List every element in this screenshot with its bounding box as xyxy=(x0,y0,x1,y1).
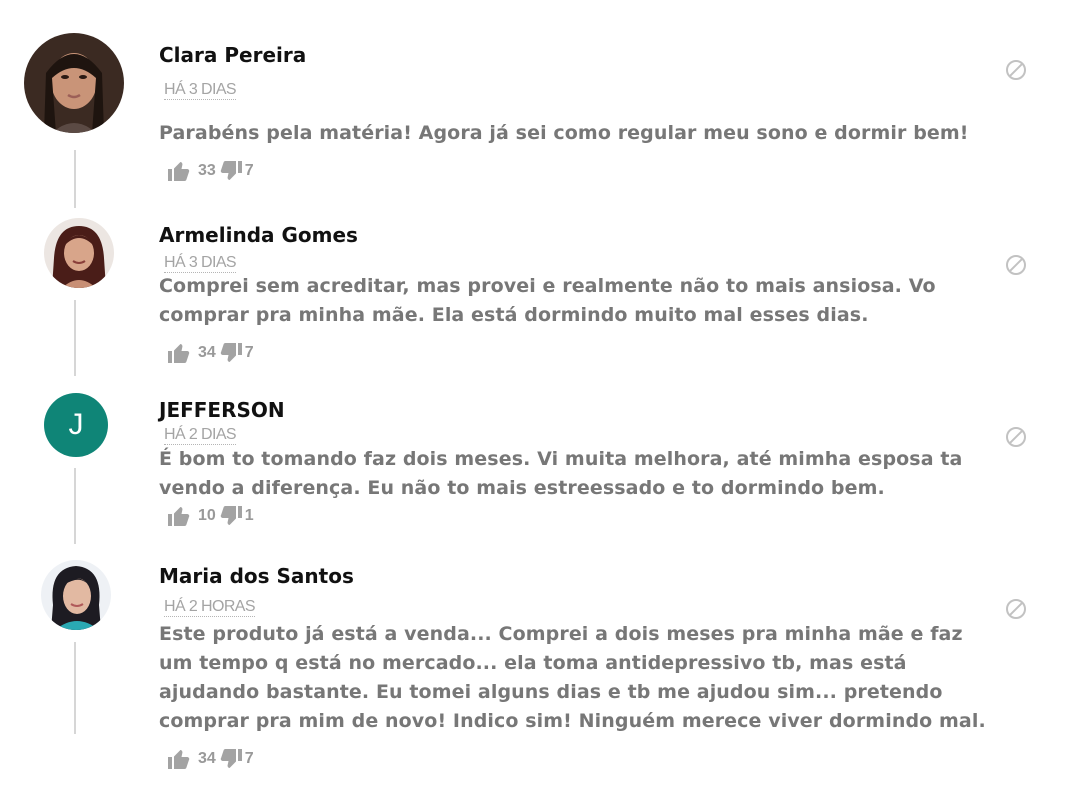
dislike-count: 1 xyxy=(244,507,254,524)
comment-time[interactable]: HÁ 3 DIAS xyxy=(164,254,237,273)
comment-author[interactable]: Maria dos Santos xyxy=(159,564,354,588)
dislike-count: 7 xyxy=(244,344,254,361)
comment-time[interactable]: HÁ 2 DIAS xyxy=(164,426,237,445)
vote-bar: 33 7 xyxy=(167,158,254,184)
prohibited-icon[interactable] xyxy=(1004,253,1028,277)
thread-line xyxy=(74,468,76,544)
thumbs-up-icon[interactable] xyxy=(167,504,191,528)
thumbs-down-icon[interactable] xyxy=(219,503,243,529)
comment-text: É bom to tomando faz dois meses. Vi muit… xyxy=(159,448,963,499)
thumbs-up-icon[interactable] xyxy=(167,747,191,771)
prohibited-icon[interactable] xyxy=(1004,597,1028,621)
comment-time[interactable]: HÁ 3 DIAS xyxy=(164,81,237,100)
avatar[interactable] xyxy=(44,218,114,288)
vote-bar: 34 7 xyxy=(167,340,254,366)
like-count: 10 xyxy=(198,507,216,524)
dislike-count: 7 xyxy=(244,750,254,767)
comment-text: Parabéns pela matéria! Agora já sei como… xyxy=(159,122,969,144)
comment-text: Este produto já está a venda... Comprei … xyxy=(159,623,986,732)
comment-author[interactable]: Clara Pereira xyxy=(159,43,306,67)
avatar[interactable] xyxy=(24,33,124,133)
comment-time[interactable]: HÁ 2 HORAS xyxy=(164,598,256,617)
prohibited-icon[interactable] xyxy=(1004,58,1028,82)
comment-author[interactable]: Armelinda Gomes xyxy=(159,223,358,247)
vote-bar: 34 7 xyxy=(167,746,254,772)
avatar[interactable]: J xyxy=(44,393,108,457)
dislike-count: 7 xyxy=(244,162,254,179)
thumbs-down-icon[interactable] xyxy=(219,340,243,366)
thumbs-up-icon[interactable] xyxy=(167,159,191,183)
thumbs-down-icon[interactable] xyxy=(219,746,243,772)
avatar-initial: J xyxy=(68,408,84,441)
prohibited-icon[interactable] xyxy=(1004,425,1028,449)
avatar[interactable] xyxy=(41,560,111,630)
like-count: 33 xyxy=(198,162,216,179)
vote-bar: 10 1 xyxy=(167,503,254,529)
thread-line xyxy=(74,150,76,208)
like-count: 34 xyxy=(198,344,216,361)
thread-line xyxy=(74,642,76,734)
thumbs-down-icon[interactable] xyxy=(219,158,243,184)
thread-line xyxy=(74,300,76,376)
comment-text: Comprei sem acreditar, mas provei e real… xyxy=(159,275,936,326)
comment-author[interactable]: JEFFERSON xyxy=(159,398,285,422)
thumbs-up-icon[interactable] xyxy=(167,341,191,365)
like-count: 34 xyxy=(198,750,216,767)
